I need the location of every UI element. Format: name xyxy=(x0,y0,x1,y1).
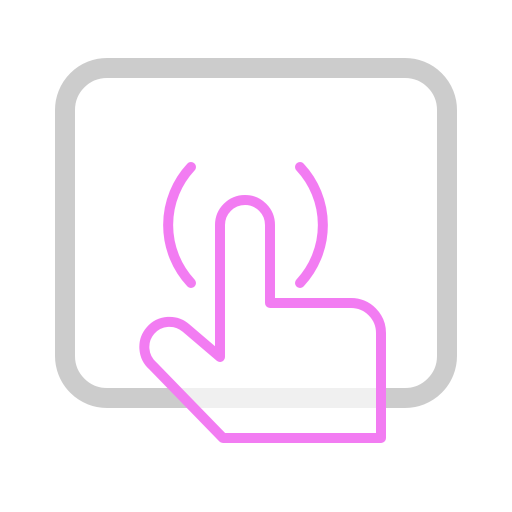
icon-canvas xyxy=(0,0,512,512)
tap-gesture-icon xyxy=(55,58,457,443)
